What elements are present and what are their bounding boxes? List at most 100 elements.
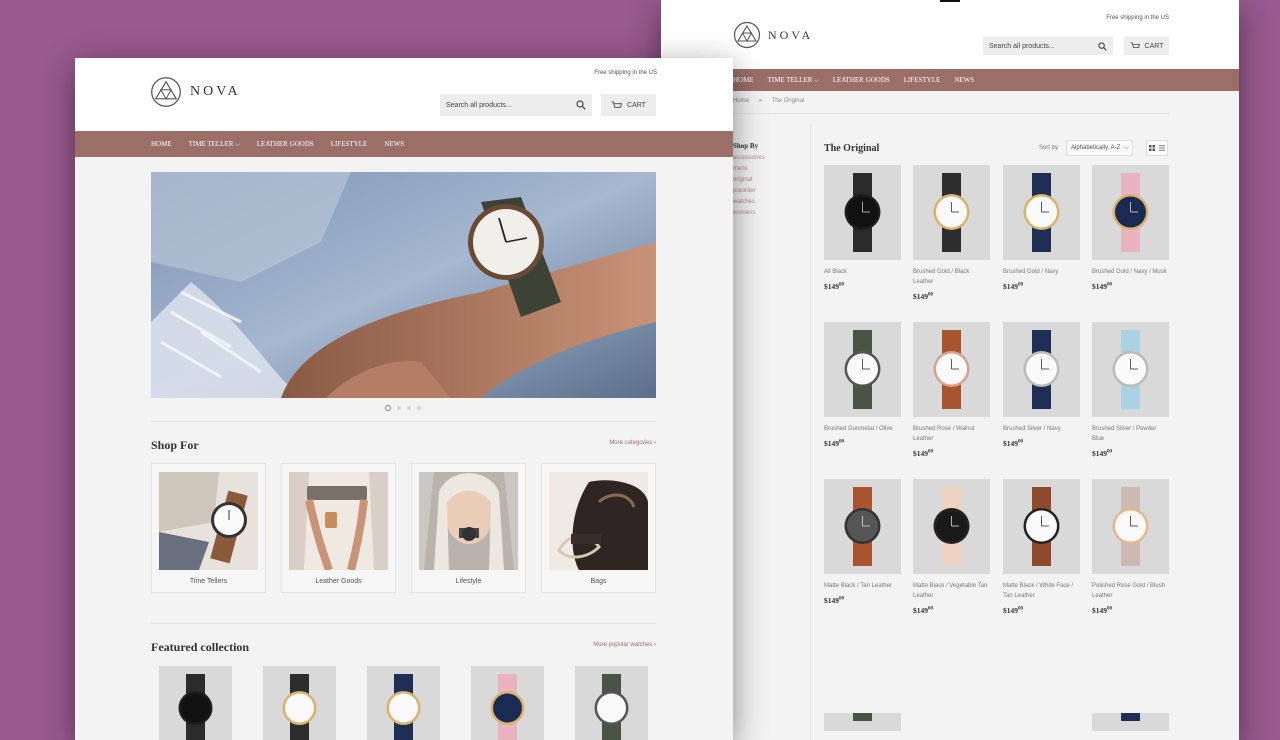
product-image[interactable] — [1003, 479, 1080, 574]
product-name[interactable]: Matte Black / White Face / Tan Leather — [1003, 581, 1080, 601]
category-label[interactable]: Bags — [542, 578, 655, 585]
category-image[interactable] — [159, 472, 258, 570]
featured-product-image[interactable] — [471, 666, 544, 740]
hero-slide[interactable] — [151, 172, 656, 398]
product-card[interactable]: Matte Black / Vegetable Tan Leather $149… — [913, 479, 993, 615]
product-card[interactable]: Matte Black / White Face / Tan Leather $… — [1003, 479, 1080, 615]
more-categories-link[interactable]: More categories › — [609, 440, 656, 446]
category-label[interactable]: Lifestyle — [412, 578, 525, 585]
featured-product-image[interactable] — [263, 666, 336, 740]
nav-lifestyle[interactable]: LIFESTYLE — [904, 76, 941, 84]
logo[interactable]: NOVA — [733, 21, 813, 49]
category-card-time-tellers[interactable]: Time Tellers — [151, 463, 266, 593]
sort-select[interactable]: Alphabetically, A-Z ⌵ — [1066, 140, 1133, 156]
product-image[interactable] — [1092, 322, 1169, 417]
tag-accessories[interactable]: accessories — [733, 155, 765, 161]
product-name[interactable]: Matte Black / Vegetable Tan Leather — [913, 581, 993, 601]
price-amount: $149 — [913, 292, 928, 301]
nav-time-teller[interactable]: TIME TELLER ⌵ — [768, 76, 819, 85]
category-image[interactable] — [419, 472, 518, 570]
product-name[interactable]: Brushed Gold / Black Leather — [913, 267, 978, 287]
tag-watches[interactable]: watches — [733, 199, 755, 205]
product-card[interactable]: Brushed Silver / Powder Blue $14900 — [1092, 322, 1169, 458]
product-image[interactable] — [913, 322, 990, 417]
category-label[interactable]: Time Tellers — [152, 578, 265, 585]
product-name[interactable]: Brushed Rose / Walnut Leather — [913, 424, 983, 444]
slider-dot-1[interactable] — [385, 405, 391, 411]
nav-lifestyle[interactable]: LIFESTYLE — [331, 140, 368, 148]
logo[interactable]: NOVA — [150, 76, 241, 108]
product-image[interactable] — [824, 479, 901, 574]
list-view-icon[interactable] — [1159, 145, 1165, 151]
product-image[interactable] — [824, 322, 901, 417]
product-card[interactable]: Polished Rose Gold / Blush Leather $1490… — [1092, 479, 1172, 615]
nav-leather-goods[interactable]: LEATHER GOODS — [257, 140, 314, 148]
product-image[interactable] — [1092, 165, 1169, 260]
product-image-partial[interactable] — [1092, 713, 1169, 731]
product-image-partial[interactable] — [824, 713, 901, 731]
nav-home[interactable]: HOME — [151, 140, 172, 148]
collection-title: The Original — [824, 143, 880, 154]
tag-womens[interactable]: womens — [733, 210, 755, 216]
tag-original[interactable]: original — [733, 177, 752, 183]
product-card[interactable]: Brushed Gunmetal / Olive $14900 — [824, 322, 901, 448]
product-card[interactable]: Brushed Gold / Navy $14900 — [1003, 165, 1080, 291]
logo-text: NOVA — [768, 27, 814, 42]
cart-button[interactable]: CART — [601, 94, 656, 116]
featured-product-image[interactable] — [575, 666, 648, 740]
product-name[interactable]: Brushed Gold / Navy — [1003, 267, 1080, 277]
category-image[interactable] — [289, 472, 388, 570]
product-name[interactable]: Brushed Silver / Powder Blue — [1092, 424, 1169, 444]
product-name[interactable]: All Black — [824, 267, 901, 277]
product-image[interactable] — [913, 479, 990, 574]
nav-leather-goods[interactable]: LEATHER GOODS — [833, 76, 890, 84]
grid-view-icon[interactable] — [1149, 145, 1155, 151]
featured-product-image[interactable] — [159, 666, 232, 740]
product-name[interactable]: Brushed Gunmetal / Olive — [824, 424, 901, 434]
product-name[interactable]: Brushed Gold / Navy / Musk — [1092, 267, 1177, 277]
product-card[interactable]: Brushed Silver / Navy $14900 — [1003, 322, 1080, 448]
product-image[interactable] — [1003, 165, 1080, 260]
slider-dot-3[interactable] — [407, 406, 411, 410]
slider-dot-4[interactable] — [417, 406, 421, 410]
price-amount: $149 — [1092, 606, 1107, 615]
nav-news[interactable]: NEWS — [384, 140, 404, 148]
product-card[interactable]: All Black $14900 — [824, 165, 901, 291]
cart-button[interactable]: CART — [1124, 37, 1169, 55]
nav-time-teller[interactable]: TIME TELLER ⌵ — [189, 140, 240, 149]
slider-dot-2[interactable] — [397, 406, 401, 410]
search-input[interactable]: Search all products... — [440, 94, 592, 116]
view-toggle[interactable] — [1146, 140, 1168, 156]
product-name[interactable]: Matte Black / Tan Leather — [824, 581, 901, 591]
watch-image — [1112, 173, 1149, 252]
tag-mens[interactable]: mens — [733, 166, 748, 172]
nav-home[interactable]: HOME — [733, 76, 754, 84]
search-icon[interactable] — [1098, 41, 1107, 51]
tag-preorder[interactable]: preorder — [733, 188, 756, 194]
collection-nav: HOME TIME TELLER ⌵ LEATHER GOODS LIFESTY… — [661, 69, 1239, 91]
more-popular-link[interactable]: More popular watches › — [593, 642, 656, 648]
search-icon[interactable] — [576, 100, 586, 110]
product-name[interactable]: Polished Rose Gold / Blush Leather — [1092, 581, 1172, 601]
product-card[interactable]: Brushed Gold / Navy / Musk $14900 — [1092, 165, 1177, 291]
product-card[interactable]: Matte Black / Tan Leather $14900 — [824, 479, 901, 605]
featured-product-image[interactable] — [367, 666, 440, 740]
cart-icon — [611, 100, 623, 108]
category-card-bags[interactable]: Bags — [541, 463, 656, 593]
product-image[interactable] — [913, 165, 990, 260]
category-image[interactable] — [549, 472, 648, 570]
category-label[interactable]: Leather Goods — [282, 578, 395, 585]
product-card[interactable]: Brushed Rose / Walnut Leather $14900 — [913, 322, 990, 458]
product-name[interactable]: Brushed Silver / Navy — [1003, 424, 1080, 434]
category-card-leather-goods[interactable]: Leather Goods — [281, 463, 396, 593]
product-card[interactable]: Brushed Gold / Black Leather $14900 — [913, 165, 990, 301]
watch-image — [178, 674, 213, 740]
product-image[interactable] — [824, 165, 901, 260]
search-input[interactable]: Search all products... — [983, 37, 1113, 55]
category-card-lifestyle[interactable]: Lifestyle — [411, 463, 526, 593]
product-image[interactable] — [1003, 322, 1080, 417]
watch-image — [933, 487, 970, 566]
breadcrumb-home[interactable]: Home — [733, 98, 749, 104]
product-image[interactable] — [1092, 479, 1169, 574]
nav-news[interactable]: NEWS — [954, 76, 974, 84]
